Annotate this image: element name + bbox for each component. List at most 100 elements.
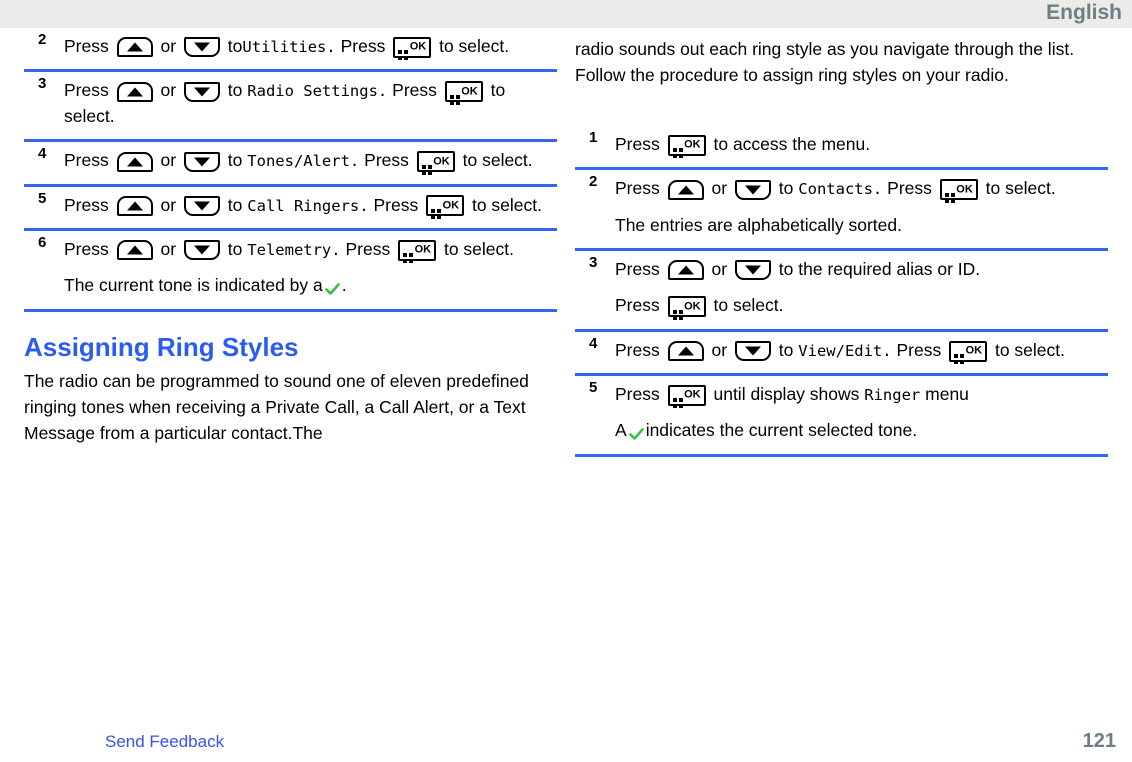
step-text: Press or to Contacts. Press OK to select…: [615, 176, 1108, 203]
step-note-period: .: [341, 275, 347, 296]
ok-button-label: OK: [442, 199, 460, 212]
step-or-label: or: [160, 238, 177, 259]
menu-ok-button-icon[interactable]: OK: [398, 239, 437, 264]
arrow-up-button-icon[interactable]: [667, 341, 704, 362]
step-item: 3 Press or to the required alias or ID. …: [575, 251, 1108, 327]
arrow-up-button-icon[interactable]: [116, 240, 153, 261]
ok-grid-glyph: [672, 390, 683, 409]
step-or-label: or: [160, 150, 177, 171]
step-number: 2: [589, 173, 598, 191]
step-item: 6 Press or to Telemetry. Press OK to sel…: [24, 231, 557, 307]
step-to-label: to: [778, 178, 794, 199]
step-press2-label: Press: [887, 178, 932, 199]
menu-ok-button-icon[interactable]: OK: [426, 195, 465, 219]
menu-name: Contacts.: [798, 180, 883, 199]
step-number: 3: [38, 75, 47, 93]
step-item: 2 Press or toUtilities. Press OK to sele…: [24, 28, 557, 67]
menu-ok-button-icon[interactable]: OK: [667, 384, 706, 409]
ok-button-label: OK: [461, 85, 478, 98]
step-press-label: Press: [64, 150, 109, 171]
ok-grid-glyph: [421, 157, 432, 175]
ok-button-label: OK: [684, 300, 701, 313]
step-press2-label: Press: [364, 150, 409, 171]
step-press-label: Press: [64, 238, 109, 259]
arrow-up-button-icon[interactable]: [116, 37, 153, 58]
step-divider: [575, 453, 1108, 457]
menu-ok-button-icon[interactable]: OK: [949, 340, 988, 365]
arrow-down-button-icon[interactable]: [183, 240, 220, 261]
page-footer: Send Feedback 121: [0, 722, 1132, 762]
step-suffix-label: to select.: [713, 295, 784, 316]
step-text: Press or toUtilities. Press OK to select…: [64, 34, 557, 61]
arrow-down-button-icon[interactable]: [183, 81, 220, 102]
menu-ok-button-icon[interactable]: OK: [444, 81, 483, 105]
step-press-label: Press: [615, 178, 660, 199]
step-to-label: to: [227, 80, 243, 101]
ok-grid-glyph: [449, 87, 460, 105]
menu-ok-button-icon[interactable]: OK: [416, 151, 455, 175]
step-text: Press or to Telemetry. Press OK to selec…: [64, 237, 557, 264]
step-to-label: to: [227, 36, 243, 56]
step-to-label: to: [778, 339, 794, 360]
menu-ok-button-icon[interactable]: OK: [393, 36, 432, 61]
step-to-label: to: [227, 238, 243, 259]
ok-grid-glyph: [954, 346, 965, 365]
header-language-label: English: [1046, 1, 1122, 24]
ok-button-label: OK: [965, 344, 983, 357]
ok-grid-glyph: [398, 42, 409, 61]
step-divider: [24, 308, 557, 312]
step-to-label: to the required alias or ID.: [778, 258, 981, 279]
step-number: 6: [38, 233, 47, 251]
step-suffix-label: to select.: [994, 339, 1066, 360]
step-suffix-label: to select.: [471, 194, 543, 215]
arrow-down-button-icon[interactable]: [183, 195, 220, 216]
step-or-label: or: [160, 36, 177, 56]
step-or-label: or: [711, 339, 728, 360]
arrow-up-button-icon[interactable]: [116, 151, 153, 172]
page-content: 2 Press or toUtilities. Press OK to sele…: [0, 28, 1132, 722]
arrow-down-button-icon[interactable]: [734, 179, 771, 200]
step-middle-label: until display shows: [713, 384, 860, 405]
menu-name: Tones/Alert.: [247, 152, 360, 171]
step-or-label: or: [160, 80, 177, 101]
step-item: 4 Press or to View/Edit. Press OK to sel…: [575, 332, 1108, 371]
menu-name: Utilities.: [242, 38, 336, 56]
arrow-up-button-icon[interactable]: [667, 179, 704, 200]
step-press-label: Press: [615, 384, 660, 405]
step-note: Aindicates the current selected tone.: [615, 418, 1108, 443]
step-press-label: Press: [615, 133, 660, 154]
step-or-label: or: [711, 178, 728, 199]
arrow-down-button-icon[interactable]: [183, 37, 220, 58]
menu-name: Telemetry.: [247, 240, 341, 259]
right-column: radio sounds out each ring style as you …: [575, 28, 1108, 457]
step-suffix-label: menu: [925, 384, 969, 405]
ok-grid-glyph: [403, 245, 414, 264]
arrow-up-button-icon[interactable]: [116, 81, 153, 102]
step-to-label: to: [227, 150, 243, 171]
arrow-down-button-icon[interactable]: [734, 260, 771, 281]
arrow-up-button-icon[interactable]: [116, 195, 153, 216]
green-checkmark-icon: [324, 279, 340, 295]
step-number: 4: [589, 334, 598, 352]
arrow-down-button-icon[interactable]: [734, 341, 771, 362]
menu-ok-button-icon[interactable]: OK: [667, 134, 706, 159]
step-or-label: or: [711, 258, 728, 279]
arrow-up-button-icon[interactable]: [667, 260, 704, 281]
step-item: 5 Press OK until display shows Ringer me…: [575, 376, 1108, 452]
step-item: 3 Press or to Radio Settings. Press OK t…: [24, 72, 557, 137]
ok-button-label: OK: [956, 183, 973, 196]
continued-paragraph: radio sounds out each ring style as you …: [575, 39, 1075, 85]
step-press2-label: Press: [392, 80, 437, 101]
send-feedback-link[interactable]: Send Feedback: [105, 732, 224, 752]
menu-name: Ringer: [864, 386, 921, 405]
step-number: 4: [38, 145, 47, 163]
step-press-label: Press: [64, 194, 109, 215]
menu-ok-button-icon[interactable]: OK: [939, 179, 978, 203]
step-press-label: Press: [64, 80, 109, 101]
step-item: 5 Press or to Call Ringers. Press OK to …: [24, 187, 557, 226]
menu-ok-button-icon[interactable]: OK: [667, 296, 706, 320]
step-item: 2 Press or to Contacts. Press OK to sele…: [575, 170, 1108, 246]
ok-grid-glyph: [944, 185, 955, 203]
arrow-down-button-icon[interactable]: [183, 151, 220, 172]
step-text: Press OK to access the menu.: [615, 132, 1108, 159]
